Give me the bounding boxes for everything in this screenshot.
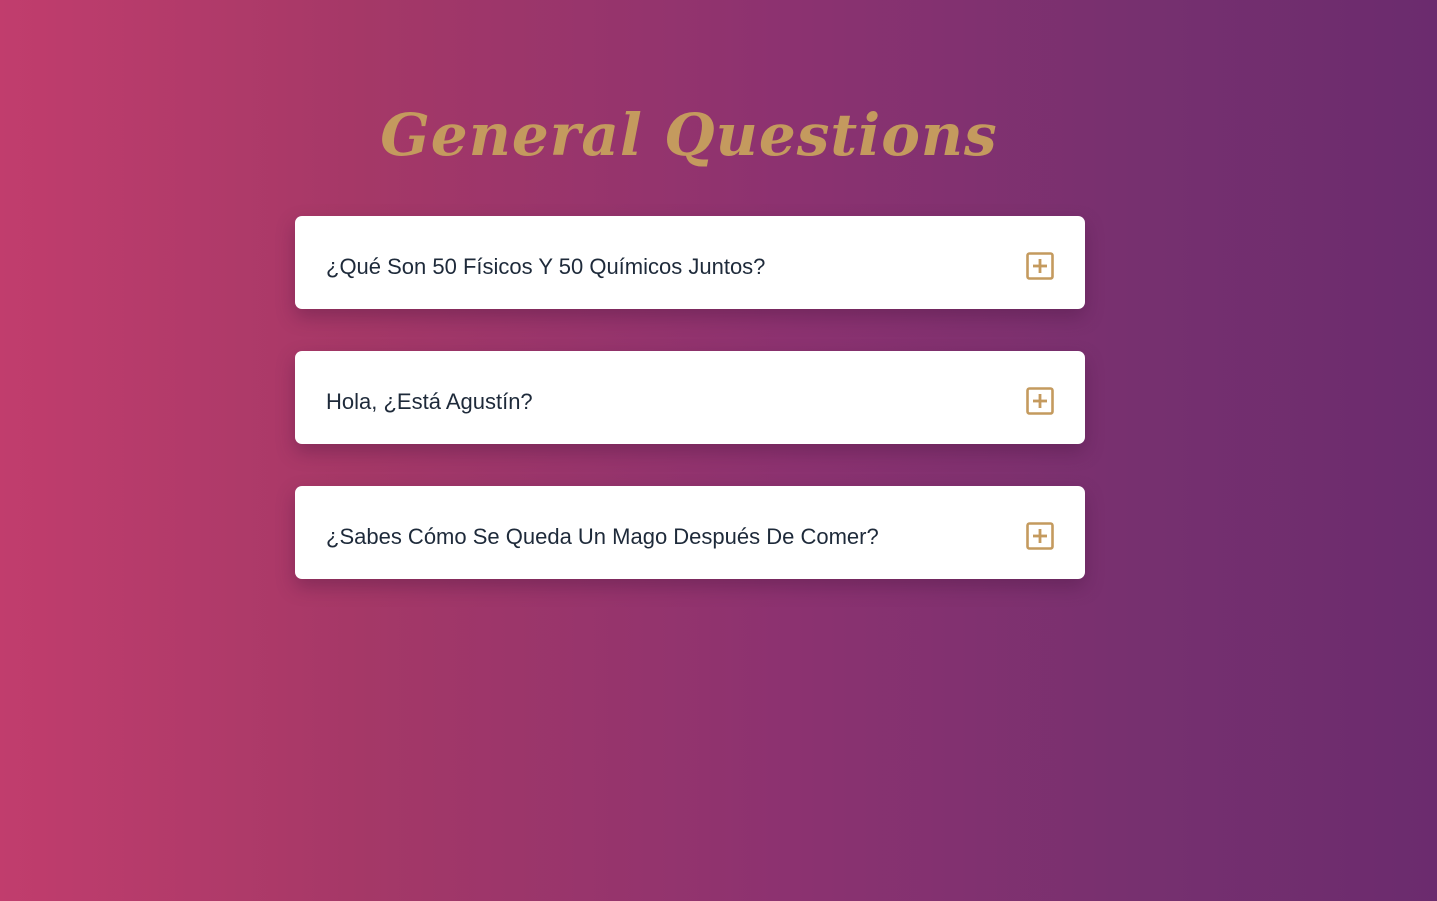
plus-square-icon[interactable] bbox=[1025, 245, 1055, 281]
plus-square-icon[interactable] bbox=[1025, 515, 1055, 551]
faq-item[interactable]: ¿Sabes Cómo Se Queda Un Mago Después De … bbox=[295, 486, 1085, 579]
faq-question: ¿Qué Son 50 Físicos Y 50 Químicos Juntos… bbox=[326, 254, 766, 279]
page-title: General Questions bbox=[380, 101, 998, 169]
faq-list: ¿Qué Son 50 Físicos Y 50 Químicos Juntos… bbox=[295, 216, 1085, 621]
faq-question: ¿Sabes Cómo Se Queda Un Mago Después De … bbox=[326, 524, 879, 549]
faq-question: Hola, ¿Está Agustín? bbox=[326, 389, 533, 414]
faq-item[interactable]: ¿Qué Son 50 Físicos Y 50 Químicos Juntos… bbox=[295, 216, 1085, 309]
plus-square-icon[interactable] bbox=[1025, 380, 1055, 416]
faq-item[interactable]: Hola, ¿Está Agustín? bbox=[295, 351, 1085, 444]
